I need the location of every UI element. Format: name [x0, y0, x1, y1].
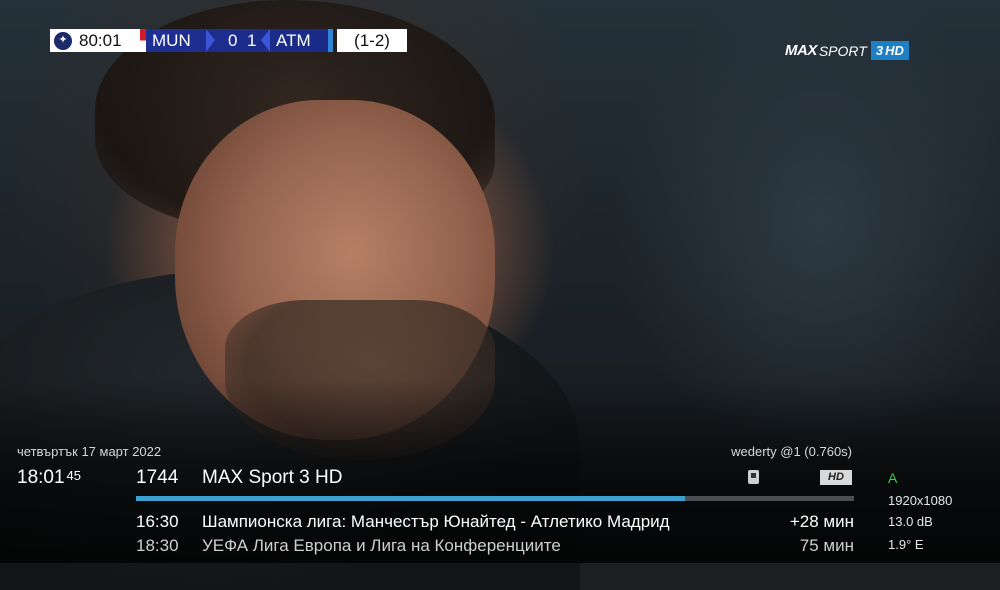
- date: четвъртък 17 март 2022: [17, 444, 162, 459]
- away-score: 1: [247, 31, 257, 50]
- epg-now-duration: +28 мин: [789, 512, 854, 531]
- away-team-color: [328, 29, 333, 52]
- satellite-position: 1.9° E: [888, 537, 924, 552]
- signal-snr: 13.0 dB: [888, 514, 933, 529]
- separator-arrow-left: [261, 29, 270, 52]
- signal-info: wederty @1 (0.760s): [731, 444, 852, 459]
- score-panel: MUN 0 1 ATM: [146, 29, 328, 52]
- logo-sport: SPORT: [818, 42, 867, 59]
- epg-now-time: 16:30: [136, 512, 179, 531]
- logo-brand: MAX: [785, 42, 817, 59]
- clock-hours-minutes: 18:01: [17, 467, 65, 488]
- clock-seconds: 45: [66, 468, 82, 483]
- logo-number: 3: [875, 43, 884, 58]
- epg-next-time: 18:30: [136, 536, 179, 555]
- video-resolution: 1920x1080: [888, 493, 953, 508]
- channel-number: 1744: [136, 467, 179, 488]
- program-progress-bar: [136, 496, 854, 501]
- scoreboard: ✦ 80:01 MUN 0 1 ATM (1-2): [50, 29, 407, 52]
- separator-arrow-right: [206, 29, 215, 52]
- epg-now-title: Шампионска лига: Манчестър Юнайтед - Атл…: [202, 512, 670, 531]
- epg-now-row: 16:30 Шампионска лига: Манчестър Юнайтед…: [136, 512, 752, 532]
- program-progress-fill: [136, 496, 686, 501]
- channel-logo: MAX SPORT 3 HD: [785, 40, 909, 61]
- lock-icon: [748, 470, 759, 484]
- aggregate-score: (1-2): [337, 29, 407, 52]
- home-team: MUN: [152, 31, 191, 50]
- audio-indicator: A: [888, 470, 898, 486]
- hd-badge: HD: [820, 470, 852, 485]
- match-clock: ✦ 80:01: [50, 29, 140, 52]
- home-score: 0: [228, 31, 238, 50]
- channel-name: MAX Sport 3 HD: [202, 467, 343, 488]
- logo-number-badge: 3 HD: [870, 41, 909, 60]
- epg-next-row: 18:30 УЕФА Лига Европа и Лига на Конфере…: [136, 536, 752, 556]
- logo-hd: HD: [885, 43, 904, 58]
- away-team: ATM: [276, 31, 311, 50]
- epg-next-title: УЕФА Лига Европа и Лига на Конференциите: [202, 536, 561, 555]
- match-time: 80:01: [79, 31, 122, 50]
- epg-next-duration: 75 мин: [799, 536, 854, 555]
- champions-league-ball-icon: ✦: [54, 31, 72, 50]
- clock: 18:01 45: [17, 467, 81, 489]
